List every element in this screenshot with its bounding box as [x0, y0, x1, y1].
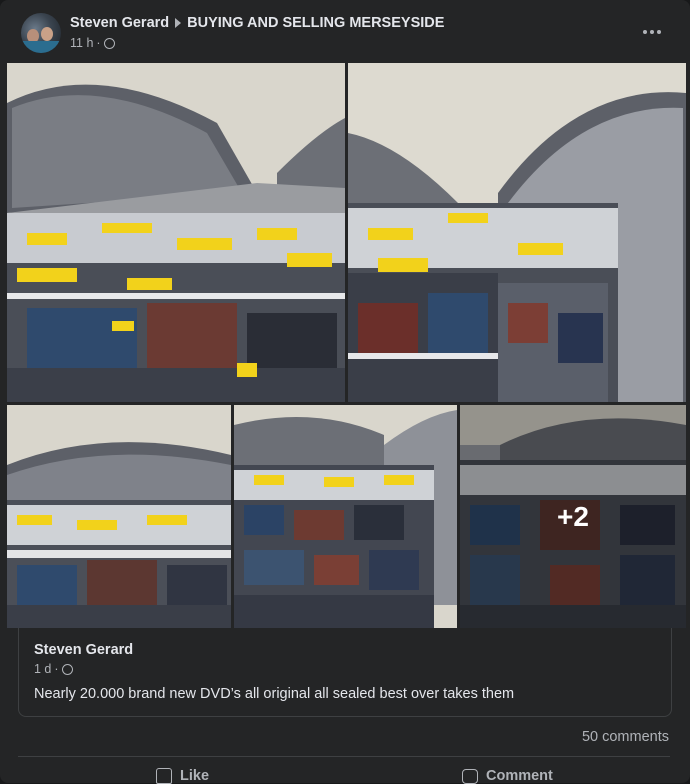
- post-meta: 11 h ·: [70, 36, 115, 50]
- post-photo-3[interactable]: [7, 405, 231, 628]
- comment-bubble-icon: [462, 768, 478, 784]
- shared-post-time[interactable]: 1 d: [34, 662, 51, 676]
- shared-post-meta: 1 d ·: [34, 662, 73, 676]
- author-name[interactable]: Steven Gerard: [70, 15, 169, 31]
- globe-icon: [103, 37, 115, 49]
- comment-label: Comment: [486, 768, 553, 784]
- dvd-stack-photo: [7, 63, 345, 402]
- like-button[interactable]: Like: [156, 768, 209, 784]
- shared-author-name[interactable]: Steven Gerard: [34, 642, 133, 658]
- post-photo-4[interactable]: [234, 405, 457, 628]
- dvd-stack-photo: [348, 63, 686, 402]
- meta-separator: ·: [54, 662, 59, 676]
- post-card: Steven Gerard BUYING AND SELLING MERSEYS…: [0, 0, 690, 784]
- more-photos-count: +2: [557, 500, 589, 532]
- more-photos-overlay[interactable]: +2: [460, 405, 686, 628]
- more-options-icon[interactable]: [636, 20, 668, 44]
- dvd-stack-photo: [7, 405, 231, 628]
- post-time[interactable]: 11 h: [70, 36, 93, 50]
- thumbs-up-icon: [156, 768, 172, 784]
- comments-count-link[interactable]: 50 comments: [582, 729, 669, 745]
- triangle-right-icon: [175, 18, 182, 28]
- post-header: Steven Gerard BUYING AND SELLING MERSEYS…: [70, 15, 444, 31]
- author-avatar[interactable]: [21, 13, 61, 53]
- group-name[interactable]: BUYING AND SELLING MERSEYSIDE: [187, 15, 444, 31]
- post-photo-2[interactable]: [348, 63, 686, 402]
- actions-divider: [18, 756, 670, 757]
- post-photo-1[interactable]: [7, 63, 345, 402]
- shared-post-text: Nearly 20.000 brand new DVD’s all origin…: [34, 686, 515, 702]
- comment-button[interactable]: Comment: [462, 768, 553, 784]
- like-label: Like: [180, 768, 210, 784]
- globe-icon: [61, 663, 73, 675]
- meta-separator: ·: [96, 36, 101, 50]
- dvd-stack-photo: [234, 405, 457, 628]
- post-photo-5[interactable]: +2: [460, 405, 686, 628]
